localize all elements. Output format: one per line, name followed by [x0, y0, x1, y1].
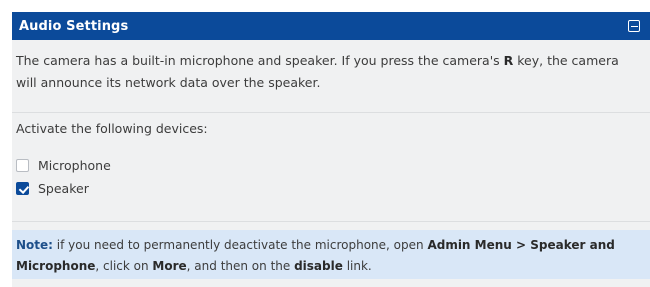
more-link: More: [152, 259, 187, 273]
panel-header: Audio Settings: [12, 12, 650, 40]
key-r: R: [503, 53, 514, 68]
collapse-minus-icon[interactable]: [628, 20, 640, 32]
disable-link: disable: [294, 259, 343, 273]
activate-devices-label: Activate the following devices:: [16, 121, 208, 136]
microphone-option[interactable]: Microphone: [16, 158, 111, 173]
speaker-option[interactable]: Speaker: [16, 181, 89, 196]
microphone-checkbox[interactable]: [16, 159, 29, 172]
note-label: Note:: [16, 238, 53, 252]
speaker-checkbox[interactable]: [16, 182, 29, 195]
audio-settings-panel: Audio Settings The camera has a built-in…: [12, 12, 650, 287]
divider: [12, 221, 650, 222]
microphone-label: Microphone: [38, 158, 111, 173]
speaker-label: Speaker: [38, 181, 89, 196]
panel-title: Audio Settings: [19, 18, 129, 34]
note-box: Note: if you need to permanently deactiv…: [12, 230, 650, 279]
intro-text: The camera has a built-in microphone and…: [16, 53, 619, 90]
divider: [12, 112, 650, 113]
